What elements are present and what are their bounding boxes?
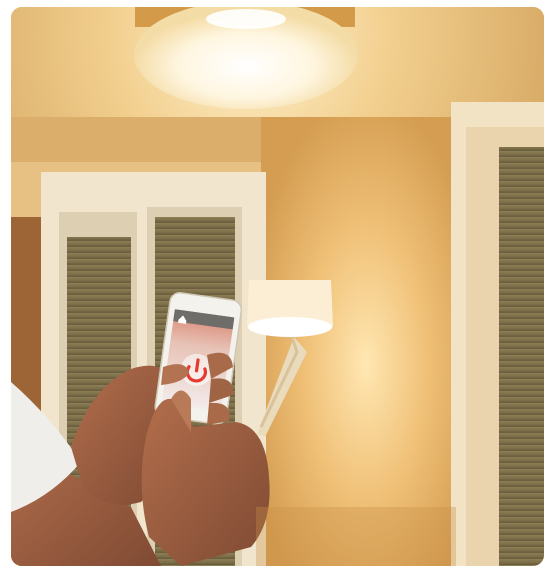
photo-frame [11, 7, 544, 566]
wall [256, 117, 456, 566]
window-blind-right [499, 147, 544, 566]
smart-home-photo [11, 7, 544, 566]
